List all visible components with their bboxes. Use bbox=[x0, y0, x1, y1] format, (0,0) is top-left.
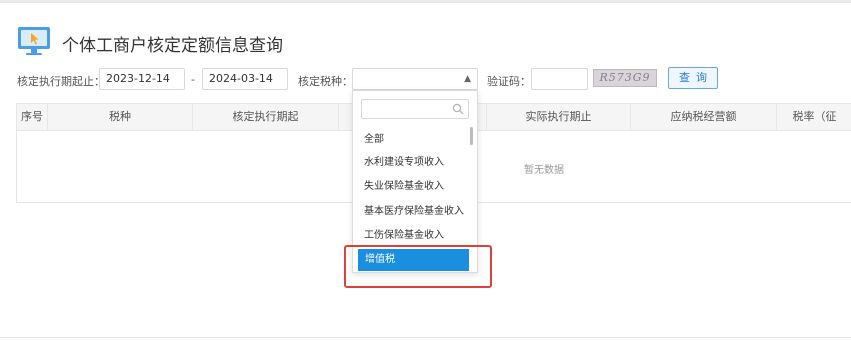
bottom-divider bbox=[0, 337, 851, 338]
captcha-input[interactable] bbox=[531, 68, 588, 90]
dropdown-option[interactable]: 失业保险基金收入 bbox=[353, 176, 469, 198]
dropdown-option[interactable]: 全部 bbox=[353, 129, 469, 151]
chevron-up-icon: ▲ bbox=[464, 74, 471, 84]
column-header-period-start: 核定执行期起 bbox=[193, 104, 339, 130]
top-divider bbox=[0, 0, 851, 3]
highlight-annotation bbox=[344, 245, 492, 288]
tax-type-select[interactable]: ▲ bbox=[352, 68, 478, 90]
dropdown-search-input[interactable] bbox=[361, 99, 469, 119]
column-header-actual-end: 实际执行期止 bbox=[487, 104, 631, 130]
column-header-index: 序号 bbox=[17, 104, 48, 130]
dropdown-option[interactable]: 基本医疗保险基金收入 bbox=[353, 201, 469, 223]
page-title: 个体工商户核定定额信息查询 bbox=[62, 36, 283, 56]
captcha-label: 验证码： bbox=[487, 75, 531, 88]
captcha-image[interactable]: R573G9 bbox=[593, 69, 657, 87]
start-date-input[interactable]: 2023-12-14 bbox=[99, 68, 185, 90]
dropdown-option[interactable]: 水利建设专项收入 bbox=[353, 152, 469, 174]
column-header-taxable-amount: 应纳税经营额 bbox=[631, 104, 777, 130]
empty-state-text: 暂无数据 bbox=[524, 165, 564, 176]
monitor-cursor-icon bbox=[18, 27, 50, 55]
column-header-tax-rate: 税率（征 bbox=[792, 110, 837, 123]
column-header-tax-type: 税种 bbox=[48, 104, 193, 130]
dropdown-option[interactable]: 工伤保险基金收入 bbox=[353, 225, 469, 247]
period-label: 核定执行期起止： bbox=[17, 75, 105, 88]
search-icon bbox=[452, 103, 464, 115]
tax-type-label: 核定税种： bbox=[298, 75, 353, 88]
date-separator: - bbox=[191, 73, 195, 86]
dropdown-scrollbar[interactable] bbox=[470, 127, 473, 145]
end-date-input[interactable]: 2024-03-14 bbox=[202, 68, 288, 90]
query-button[interactable]: 查询 bbox=[668, 67, 718, 89]
